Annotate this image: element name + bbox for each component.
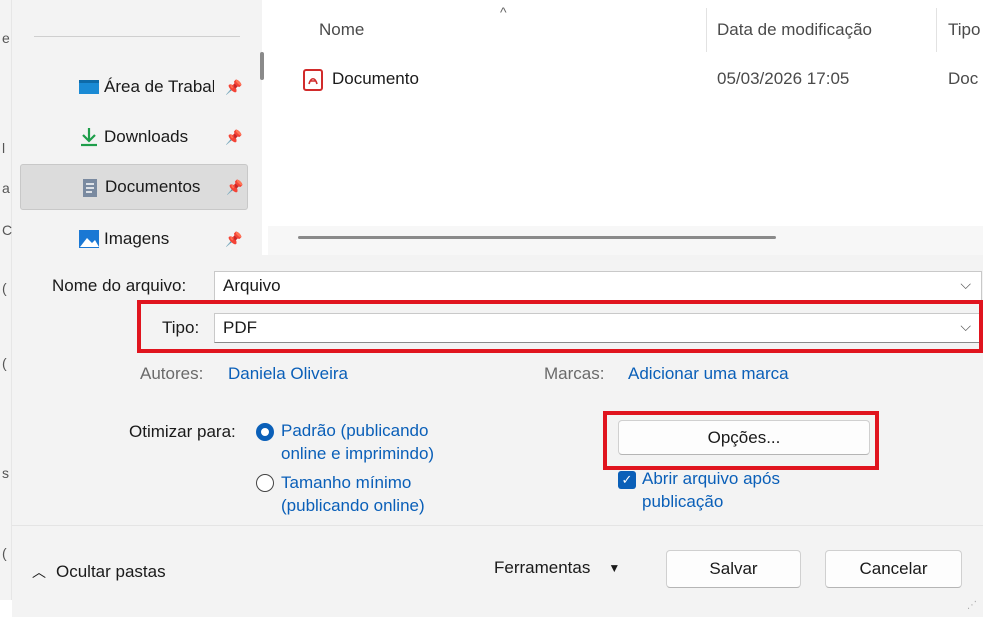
- optimize-standard-radio[interactable]: [256, 423, 274, 441]
- column-header-type[interactable]: Tipo: [948, 0, 980, 60]
- nav-separator: [34, 36, 240, 37]
- sidebar-item-downloads[interactable]: Downloads 📌: [20, 114, 248, 160]
- filename-input[interactable]: Arquivo ⌵: [214, 271, 982, 301]
- nav-scrollbar[interactable]: [260, 52, 264, 80]
- edge-glyph: (: [2, 280, 7, 296]
- cancel-button[interactable]: Cancelar: [825, 550, 962, 588]
- resize-grip-icon[interactable]: ⋰: [967, 600, 977, 611]
- hide-folders-label: Ocultar pastas: [56, 562, 166, 581]
- filename-value: Arquivo: [223, 276, 281, 295]
- pin-icon[interactable]: 📌: [226, 179, 243, 196]
- optimize-minimum-radio[interactable]: [256, 474, 274, 492]
- documents-icon: [83, 179, 97, 197]
- open-after-publish-checkbox[interactable]: ✓: [618, 471, 636, 489]
- authors-link[interactable]: Daniela Oliveira: [228, 364, 348, 384]
- column-header-name[interactable]: Nome: [319, 0, 364, 60]
- add-tag-link[interactable]: Adicionar uma marca: [628, 364, 789, 384]
- column-header-date[interactable]: Data de modificação: [717, 0, 872, 60]
- save-options-panel: Nome do arquivo: Arquivo ⌵ Tipo: PDF ⌵ A…: [12, 255, 983, 525]
- options-highlight-box: [603, 411, 879, 470]
- radio-label-line: (publicando online): [281, 496, 425, 515]
- pdf-file-icon: [303, 69, 323, 91]
- file-row[interactable]: Documento 05/03/2026 17:05 Doc: [268, 58, 983, 102]
- pin-icon[interactable]: 📌: [225, 231, 242, 248]
- file-type: Doc: [948, 69, 979, 88]
- optimize-minimum-label[interactable]: Tamanho mínimo (publicando online): [281, 471, 425, 517]
- sidebar-item-documents[interactable]: Documentos 📌: [20, 164, 248, 210]
- edge-glyph: e: [2, 30, 10, 46]
- file-list: ^ Nome Data de modificação Tipo Document…: [268, 0, 983, 255]
- images-icon: [79, 230, 99, 248]
- tools-menu[interactable]: Ferramentas ▼: [494, 558, 620, 578]
- sidebar-item-desktop[interactable]: Área de Trabalho 📌: [20, 64, 248, 110]
- sidebar-item-label: Downloads: [104, 127, 189, 146]
- sidebar-item-label: Imagens: [104, 229, 170, 248]
- filename-label: Nome do arquivo:: [52, 276, 187, 295]
- hide-folders-button[interactable]: ︿ Ocultar pastas: [32, 562, 166, 582]
- chevron-down-icon[interactable]: ⌵: [960, 276, 971, 293]
- edge-glyph: a: [2, 180, 10, 196]
- checkbox-label-line: publicação: [642, 492, 724, 511]
- type-highlight-box: [137, 300, 983, 353]
- caret-down-icon: ▼: [608, 561, 621, 575]
- file-date: 05/03/2026 17:05: [717, 69, 850, 88]
- sidebar-item-label: Área de Trabalho: [104, 77, 214, 96]
- sidebar-item-label: Documentos: [105, 177, 201, 196]
- sort-ascending-icon: ^: [500, 4, 507, 20]
- radio-label-line: Padrão (publicando: [281, 421, 429, 440]
- navigation-pane: Área de Trabalho 📌 Downloads 📌 Documento…: [12, 0, 264, 255]
- column-divider[interactable]: [706, 8, 707, 52]
- edge-glyph: (: [2, 355, 7, 371]
- download-icon: [81, 128, 97, 147]
- optimize-standard-label[interactable]: Padrão (publicando online e imprimindo): [281, 419, 434, 465]
- tools-label: Ferramentas: [494, 558, 591, 577]
- edge-glyph: l: [2, 140, 6, 156]
- horizontal-scroll-track: [268, 226, 983, 255]
- save-button[interactable]: Salvar: [666, 550, 801, 588]
- edge-glyph: s: [2, 465, 9, 481]
- desktop-icon: [79, 80, 99, 94]
- open-after-publish-label[interactable]: Abrir arquivo após publicação: [642, 467, 780, 513]
- authors-label: Autores:: [140, 364, 204, 383]
- optimize-label: Otimizar para:: [129, 422, 236, 441]
- radio-label-line: online e imprimindo): [281, 444, 435, 463]
- horizontal-scrollbar[interactable]: [298, 236, 776, 239]
- edge-glyph: C: [2, 222, 13, 238]
- tags-label: Marcas:: [544, 364, 605, 383]
- file-name: Documento: [332, 69, 419, 88]
- radio-label-line: Tamanho mínimo: [281, 473, 412, 492]
- column-divider[interactable]: [936, 8, 937, 52]
- pin-icon[interactable]: 📌: [225, 79, 242, 96]
- chevron-up-icon: ︿: [32, 564, 46, 580]
- pin-icon[interactable]: 📌: [225, 129, 242, 146]
- dialog-footer: ︿ Ocultar pastas Ferramentas ▼ Salvar Ca…: [12, 525, 983, 617]
- edge-glyph: (: [2, 545, 7, 561]
- background-window-edge: e l a C ( ( s (: [0, 0, 12, 600]
- checkbox-label-line: Abrir arquivo após: [642, 469, 780, 488]
